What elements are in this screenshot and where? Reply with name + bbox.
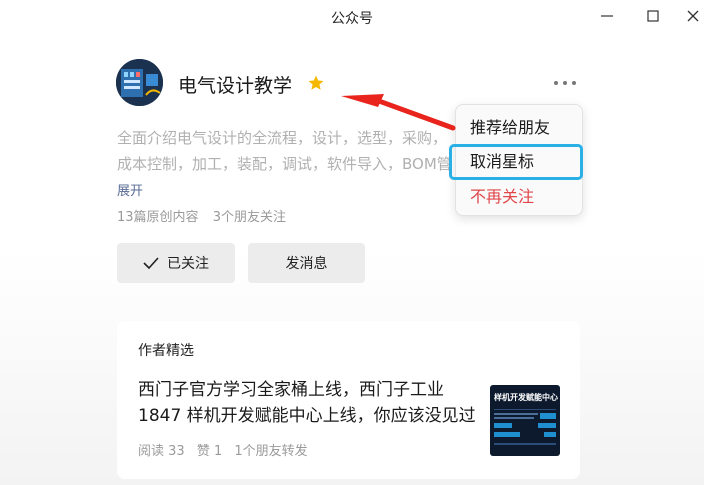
featured-card: 作者精选 西门子官方学习全家桶上线，西门子工业1847 样机开发赋能中心上线，你…: [117, 321, 580, 479]
friends-following: 3个朋友关注: [212, 210, 286, 225]
minimize-button[interactable]: [592, 3, 622, 29]
account-description: 全面介绍电气设计的全流程，设计，选型，采购，成本控制，加工，装配，调试，软件导入…: [117, 129, 452, 173]
maximize-icon: [647, 10, 659, 22]
thumbnail-title: 样机开发赋能中心: [494, 393, 558, 402]
minimize-icon: [601, 15, 613, 17]
maximize-button[interactable]: [638, 3, 668, 29]
menu-item-recommend[interactable]: 推荐给朋友: [456, 111, 584, 145]
article-likes: 赞 1: [196, 444, 223, 459]
original-count: 13篇原创内容: [117, 210, 199, 225]
account-avatar[interactable]: [116, 59, 163, 106]
article-title[interactable]: 西门子官方学习全家桶上线，西门子工业1847 样机开发赋能中心上线，你应该没见过…: [138, 377, 478, 429]
article-thumbnail[interactable]: 样机开发赋能中心: [490, 385, 560, 456]
menu-item-unfollow[interactable]: 不再关注: [456, 180, 584, 214]
featured-title: 作者精选: [138, 343, 194, 359]
close-button[interactable]: [678, 3, 704, 29]
article-shares: 1个朋友转发: [234, 444, 308, 459]
article-reads: 阅读 33: [138, 444, 185, 459]
title-bar: 公众号: [0, 0, 704, 34]
highlight-box: [449, 144, 583, 180]
article-meta: 阅读 33 赞 1 1个朋友转发: [138, 440, 308, 459]
send-message-button[interactable]: 发消息: [248, 243, 365, 283]
followed-label: 已关注: [167, 256, 209, 272]
check-icon: [143, 257, 159, 269]
account-name: 电气设计教学: [178, 75, 293, 97]
expand-link[interactable]: 展开: [117, 180, 143, 199]
star-icon: [308, 75, 324, 90]
account-stats: 13篇原创内容 3个朋友关注: [117, 206, 286, 225]
more-options-icon[interactable]: [551, 73, 579, 93]
message-label: 发消息: [285, 256, 328, 272]
close-icon: [687, 10, 699, 22]
followed-button[interactable]: 已关注: [117, 243, 235, 283]
